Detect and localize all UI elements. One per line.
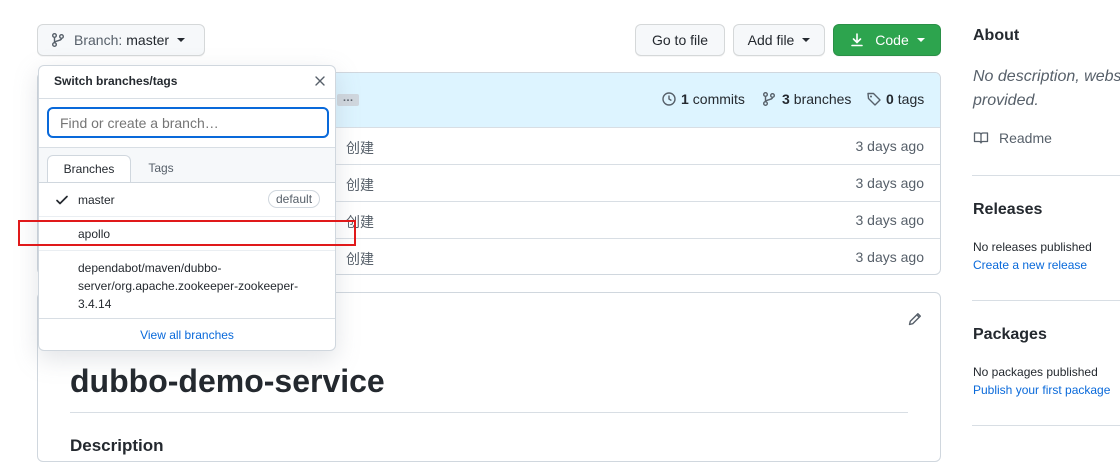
chevron-down-icon xyxy=(177,38,186,42)
branch-item-dependabot[interactable]: dependabot/maven/dubbo- server/org.apach… xyxy=(39,251,335,319)
releases-heading[interactable]: Releases xyxy=(973,201,1042,219)
branch-switcher-dropdown: Switch branches/tags Branches Tags maste… xyxy=(38,65,336,351)
tags-label: tags xyxy=(897,91,925,107)
tab-branches-label: Branches xyxy=(63,162,115,176)
download-icon xyxy=(849,32,865,48)
releases-empty-text: No releases published xyxy=(973,240,1092,254)
readme-section-heading: Description xyxy=(70,436,164,455)
file-commit-message[interactable]: 创建 xyxy=(346,138,374,158)
tags-link[interactable]: 0 tags xyxy=(866,91,924,107)
git-branch-icon xyxy=(50,32,66,48)
branches-link[interactable]: 3 branches xyxy=(761,91,851,107)
readme-link[interactable]: Readme xyxy=(973,130,1052,146)
commit-ellipsis-button[interactable]: … xyxy=(337,93,359,106)
branch-name-line: 3.4.14 xyxy=(78,297,112,311)
commits-link[interactable]: 1 commits xyxy=(661,91,745,107)
sidebar-divider xyxy=(972,425,1120,426)
branch-name-line: server/org.apache.zookeeper-zookeeper- xyxy=(78,279,299,293)
highlight-box xyxy=(18,220,356,246)
packages-empty-text: No packages published xyxy=(973,365,1098,379)
go-to-file-label: Go to file xyxy=(651,32,709,48)
about-description-line: No description, webs xyxy=(973,68,1120,85)
code-button[interactable]: Code xyxy=(833,24,941,56)
go-to-file-button[interactable]: Go to file xyxy=(635,24,725,56)
file-commit-age: 3 days ago xyxy=(855,212,925,228)
default-badge: default xyxy=(268,190,321,208)
check-icon xyxy=(55,193,69,207)
branches-label: branches xyxy=(793,91,852,107)
packages-heading[interactable]: Packages xyxy=(973,326,1047,344)
readme-link-label: Readme xyxy=(999,130,1052,146)
branch-item-master[interactable]: master default xyxy=(39,183,335,217)
about-heading: About xyxy=(973,27,1020,44)
add-file-label: Add file xyxy=(747,32,795,48)
dropdown-header-divider xyxy=(39,98,335,99)
readme-title-divider xyxy=(70,412,908,413)
pencil-icon[interactable] xyxy=(907,311,923,327)
file-commit-age: 3 days ago xyxy=(855,249,925,265)
sidebar-divider xyxy=(972,175,1120,176)
tab-branches[interactable]: Branches xyxy=(47,155,131,183)
about-description: No description, webs provided. xyxy=(973,65,1120,113)
branch-select-button[interactable]: Branch: master xyxy=(37,24,205,56)
branch-name-line: dependabot/maven/dubbo- xyxy=(78,261,222,275)
branch-label-prefix: Branch: xyxy=(74,32,123,48)
chevron-down-icon xyxy=(916,38,925,42)
tab-tags[interactable]: Tags xyxy=(137,155,185,183)
file-commit-message[interactable]: 创建 xyxy=(346,175,374,195)
tag-icon xyxy=(866,91,882,107)
commits-label: commits xyxy=(692,91,745,107)
code-label: Code xyxy=(875,32,909,48)
create-release-link[interactable]: Create a new release xyxy=(973,258,1087,272)
branch-label-name: master xyxy=(126,32,170,48)
git-branch-icon xyxy=(761,91,777,107)
history-icon xyxy=(661,91,677,107)
commits-count: 1 xyxy=(681,91,689,107)
sidebar-divider xyxy=(972,300,1120,301)
file-commit-age: 3 days ago xyxy=(855,138,925,154)
about-description-line: provided. xyxy=(973,92,1039,109)
publish-package-link[interactable]: Publish your first package xyxy=(973,383,1110,397)
branches-count: 3 xyxy=(782,91,790,107)
branch-name: master xyxy=(78,193,115,207)
chevron-down-icon xyxy=(802,38,811,42)
file-commit-message[interactable]: 创建 xyxy=(346,249,374,269)
close-icon[interactable] xyxy=(314,75,326,87)
dropdown-title: Switch branches/tags xyxy=(54,74,178,88)
add-file-button[interactable]: Add file xyxy=(733,24,825,56)
tags-count: 0 xyxy=(886,91,894,107)
branch-search-input[interactable] xyxy=(47,107,329,138)
file-commit-age: 3 days ago xyxy=(855,175,925,191)
book-icon xyxy=(973,130,989,146)
view-all-branches-link[interactable]: View all branches xyxy=(39,328,335,342)
readme-title: dubbo-demo-service xyxy=(70,363,385,399)
tab-tags-label: Tags xyxy=(148,161,174,175)
